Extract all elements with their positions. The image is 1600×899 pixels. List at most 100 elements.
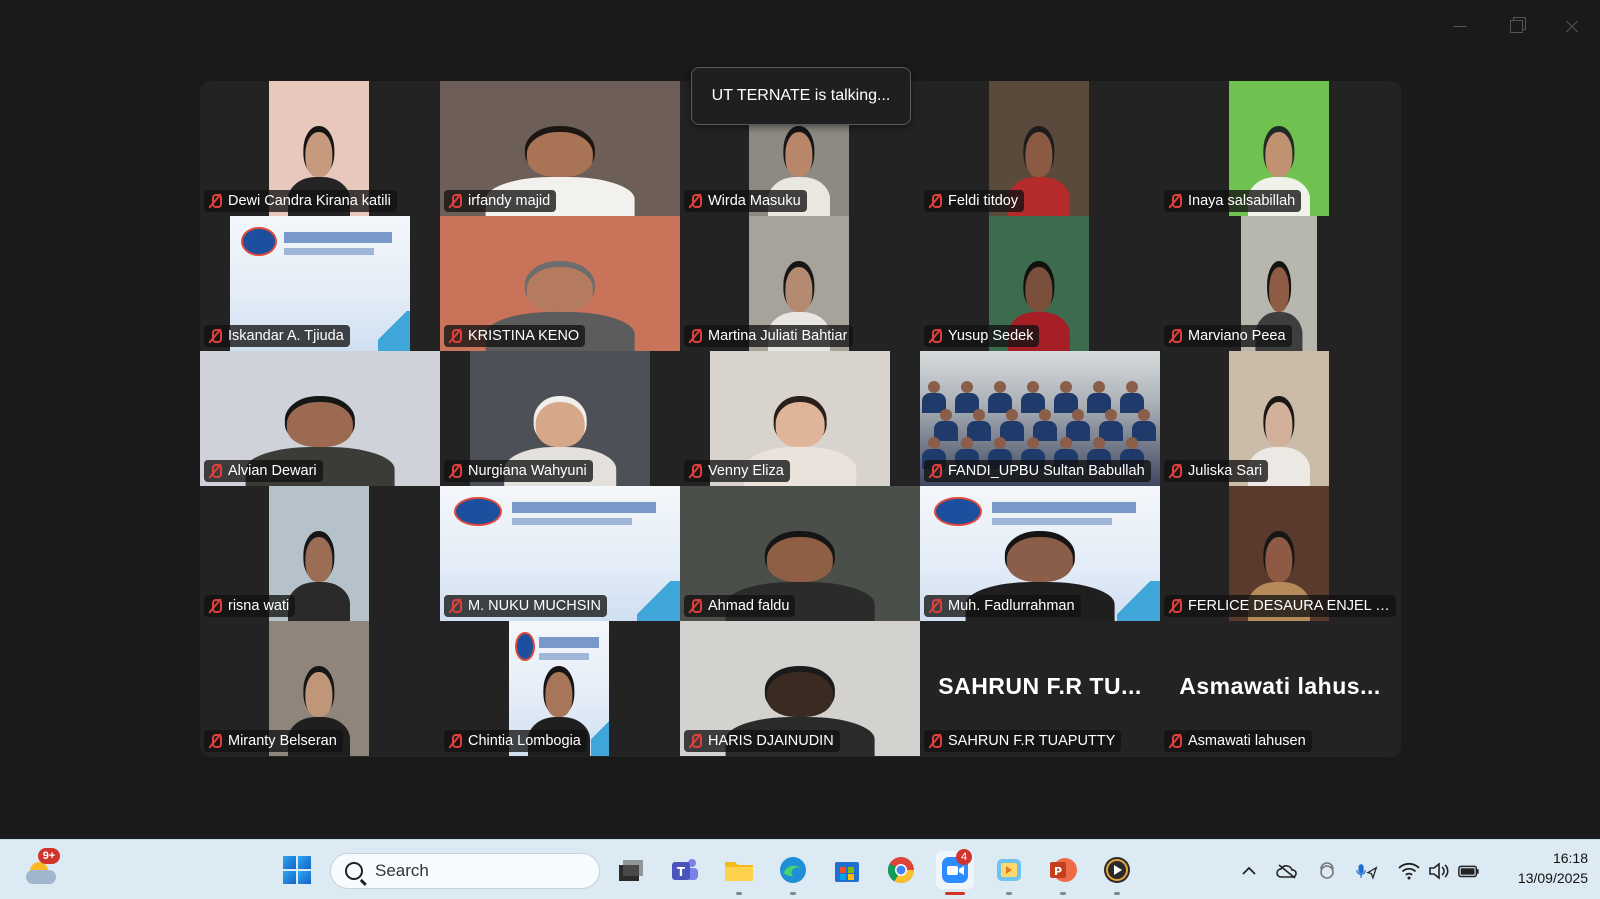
participant-tile[interactable]: KRISTINA KENO (440, 216, 680, 351)
microphone-location-icon[interactable] (1356, 860, 1378, 882)
svg-text:P: P (1054, 865, 1062, 878)
search-box[interactable]: Search (330, 853, 600, 889)
participant-name: Chintia Lombogia (468, 733, 581, 749)
participant-name-tag: Feldi titdoy (924, 190, 1025, 212)
clock-date: 13/09/2025 (1517, 870, 1588, 886)
chrome-button[interactable] (882, 851, 920, 889)
restore-button[interactable] (1496, 12, 1536, 40)
participant-name-tag: Muh. Fadlurrahman (924, 595, 1081, 617)
participant-tile[interactable]: Nurgiana Wahyuni (440, 351, 680, 486)
participant-name: Dewi Candra Kirana katili (228, 193, 391, 209)
powerpoint-button[interactable]: P (1044, 851, 1082, 895)
participant-name-tag: Nurgiana Wahyuni (444, 460, 593, 482)
store-icon (835, 862, 859, 882)
close-button[interactable] (1552, 12, 1592, 40)
participant-name-tag: Iskandar A. Tjiuda (204, 325, 350, 347)
battery-icon[interactable] (1458, 860, 1480, 882)
muted-mic-icon (1168, 463, 1182, 479)
participant-name-tag: Chintia Lombogia (444, 730, 587, 752)
onedrive-icon[interactable] (1276, 860, 1298, 882)
participant-name: Asmawati lahusen (1188, 733, 1306, 749)
muted-mic-icon (448, 733, 462, 749)
muted-mic-icon (1168, 193, 1182, 209)
participant-tile[interactable]: Iskandar A. Tjiuda (200, 216, 440, 351)
participant-name: SAHRUN F.R TUAPUTTY (948, 733, 1116, 749)
search-icon (345, 862, 363, 880)
participant-name-tag: Venny Eliza (684, 460, 790, 482)
participant-name: FANDI_UPBU Sultan Babullah (948, 463, 1145, 479)
participant-tile[interactable]: HARIS DJAINUDIN (680, 621, 920, 756)
participant-tile[interactable]: Feldi titdoy (920, 81, 1160, 216)
start-button[interactable] (278, 851, 316, 889)
chevron-up-icon[interactable] (1238, 860, 1260, 882)
participant-name: Venny Eliza (708, 463, 784, 479)
participant-name-tag: Martina Juliati Bahtiar (684, 325, 854, 347)
participant-name-tag: FANDI_UPBU Sultan Babullah (924, 460, 1151, 482)
cloud-icon (26, 870, 56, 884)
teams-icon: T (672, 859, 698, 880)
participant-tile[interactable]: FERLICE DESAURA ENJEL LOSTUN (1160, 486, 1400, 621)
participant-name: FERLICE DESAURA ENJEL LOSTUN (1188, 598, 1390, 614)
participant-display-name: Asmawati lahus... (1179, 673, 1381, 699)
wifi-icon[interactable] (1398, 860, 1420, 882)
file-explorer-button[interactable] (720, 851, 758, 895)
edge-button[interactable] (774, 851, 812, 895)
participant-tile[interactable]: Martina Juliati Bahtiar (680, 216, 920, 351)
participant-tile[interactable]: Chintia Lombogia (440, 621, 680, 756)
participant-tile[interactable]: Venny Eliza (680, 351, 920, 486)
participant-tile[interactable]: Marviano Peea (1160, 216, 1400, 351)
participant-tile[interactable]: Juliska Sari (1160, 351, 1400, 486)
participant-tile[interactable]: Yusup Sedek (920, 216, 1160, 351)
participant-name: irfandy majid (468, 193, 551, 209)
task-view-button[interactable] (612, 851, 650, 889)
media-player-icon (1104, 857, 1130, 883)
muted-mic-icon (1168, 328, 1182, 344)
participant-name: Alvian Dewari (228, 463, 317, 479)
participant-name: M. NUKU MUCHSIN (468, 598, 601, 614)
store-button[interactable] (828, 851, 866, 889)
participant-tile[interactable]: Ahmad faldu (680, 486, 920, 621)
participant-tile[interactable]: Asmawati lahus... Asmawati lahusen (1160, 621, 1400, 756)
participant-tile[interactable]: risna wati (200, 486, 440, 621)
muted-mic-icon (208, 193, 222, 209)
video-editor-button[interactable] (990, 851, 1028, 895)
teams-button[interactable]: T (666, 851, 704, 889)
muted-mic-icon (208, 328, 222, 344)
edge-icon (780, 857, 806, 883)
weather-badge: 9+ (38, 848, 60, 864)
weather-widget[interactable]: 9+ (24, 848, 60, 888)
participant-tile[interactable]: Dewi Candra Kirana katili (200, 81, 440, 216)
folder-icon (725, 862, 753, 881)
system-clock[interactable]: 16:18 13/09/2025 (1500, 848, 1588, 888)
muted-mic-icon (1168, 733, 1182, 749)
zoom-button[interactable]: 4 (936, 849, 974, 895)
participant-name-tag: SAHRUN F.R TUAPUTTY (924, 730, 1122, 752)
participant-name-tag: FERLICE DESAURA ENJEL LOSTUN (1164, 595, 1396, 617)
participant-tile[interactable]: SAHRUN F.R TU... SAHRUN F.R TUAPUTTY (920, 621, 1160, 756)
participant-name: Inaya salsabillah (1188, 193, 1296, 209)
minimize-button[interactable] (1440, 12, 1480, 40)
muted-mic-icon (928, 463, 942, 479)
participant-name-tag: irfandy majid (444, 190, 557, 212)
participant-name: Iskandar A. Tjiuda (228, 328, 344, 344)
participant-tile[interactable]: Inaya salsabillah (1160, 81, 1400, 216)
participant-name: Wirda Masuku (708, 193, 801, 209)
participant-tile[interactable]: Alvian Dewari (200, 351, 440, 486)
taskbar: 9+ Search T 4 P 16:18 13/09/2025 (0, 839, 1600, 899)
participant-tile[interactable]: M. NUKU MUCHSIN (440, 486, 680, 621)
volume-icon[interactable] (1428, 860, 1450, 882)
participant-tile[interactable]: FANDI_UPBU Sultan Babullah (920, 351, 1160, 486)
participant-tile[interactable]: Muh. Fadlurrahman (920, 486, 1160, 621)
zoom-meeting-window: Dewi Candra Kirana katili irfandy majid Wi… (0, 0, 1600, 899)
participant-name-tag: Ahmad faldu (684, 595, 796, 617)
participant-tile[interactable]: irfandy majid (440, 81, 680, 216)
muted-mic-icon (688, 733, 702, 749)
media-player-button[interactable] (1098, 851, 1136, 895)
muted-mic-icon (448, 193, 462, 209)
headset-icon[interactable] (1316, 860, 1338, 882)
participant-name: HARIS DJAINUDIN (708, 733, 834, 749)
muted-mic-icon (928, 193, 942, 209)
participant-name: Nurgiana Wahyuni (468, 463, 587, 479)
zoom-badge: 4 (956, 849, 972, 865)
participant-tile[interactable]: Miranty Belseran (200, 621, 440, 756)
